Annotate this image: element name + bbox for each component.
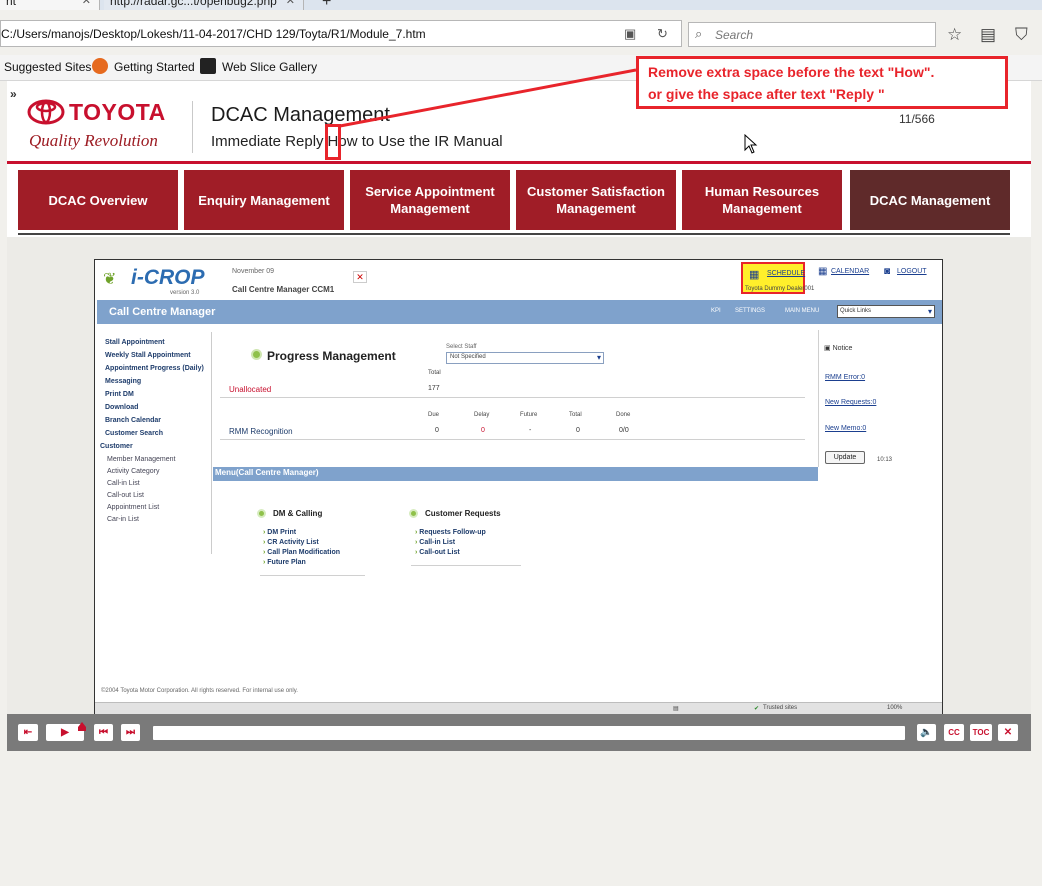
review-callout: Remove extra space before the text "How"… [636, 56, 1008, 109]
callout-line: Remove extra space before the text "How"… [648, 64, 935, 80]
highlight-box [325, 124, 341, 160]
mouse-cursor-icon [744, 134, 758, 154]
callout-line: or give the space after text "Reply " [648, 86, 885, 102]
annotation-connector [339, 68, 637, 128]
